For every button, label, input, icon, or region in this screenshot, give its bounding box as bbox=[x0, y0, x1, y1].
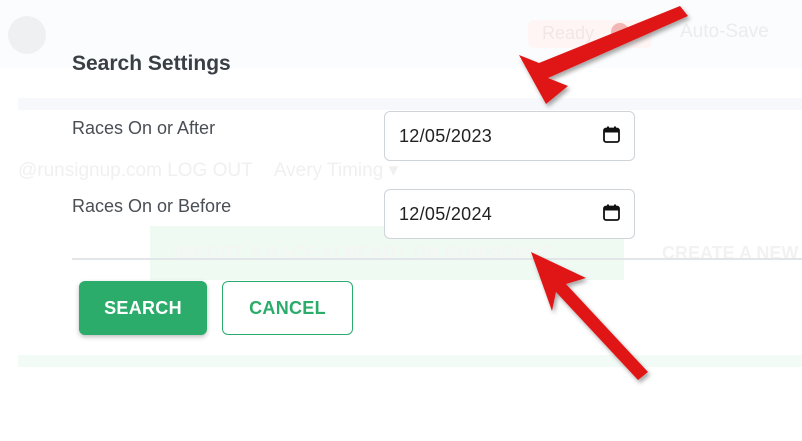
races-before-date-input[interactable]: 12/05/2024 bbox=[384, 189, 635, 239]
races-after-date-input[interactable]: 12/05/2023 bbox=[384, 111, 635, 161]
races-before-label: Races On or Before bbox=[72, 196, 232, 216]
races-after-date-value: 12/05/2023 bbox=[399, 126, 493, 146]
races-after-label: Races On or After bbox=[72, 118, 216, 138]
search-settings-modal: Search Settings Races On or After 12/05/… bbox=[0, 0, 802, 441]
search-button[interactable]: SEARCH bbox=[79, 281, 207, 335]
calendar-icon[interactable] bbox=[603, 126, 620, 143]
calendar-icon[interactable] bbox=[603, 204, 620, 221]
cancel-button[interactable]: CANCEL bbox=[222, 281, 353, 335]
modal-divider bbox=[72, 258, 802, 260]
races-before-date-value: 12/05/2024 bbox=[399, 204, 493, 224]
modal-title: Search Settings bbox=[72, 52, 231, 75]
